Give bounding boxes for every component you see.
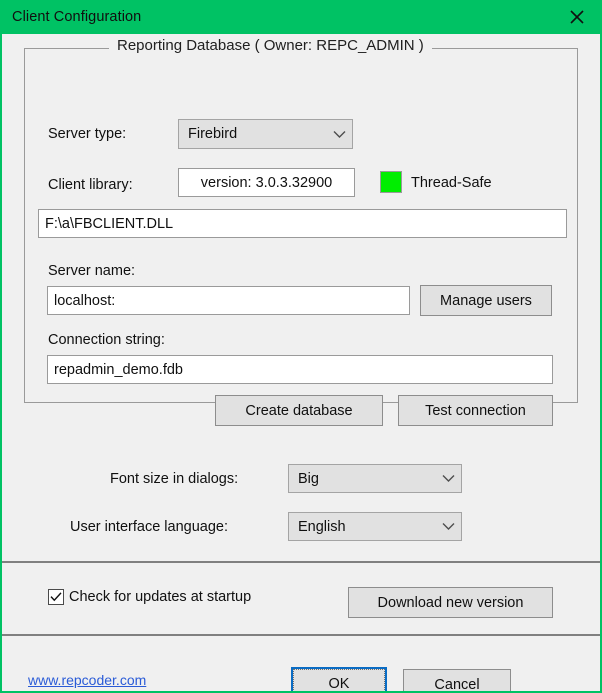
server-name-label: Server name:	[48, 263, 136, 279]
check-updates-checkbox[interactable]: Check for updates at startup	[48, 589, 251, 605]
window-title: Client Configuration	[12, 9, 142, 25]
client-library-label: Client library:	[48, 177, 133, 193]
ok-button[interactable]: OK	[291, 667, 387, 691]
server-type-value: Firebird	[188, 126, 238, 142]
ok-button-label: OK	[293, 669, 385, 691]
connection-string-label: Connection string:	[48, 332, 165, 348]
separator-top	[2, 561, 600, 563]
server-name-value: localhost:	[54, 292, 116, 309]
client-library-version-field: version: 3.0.3.32900	[178, 168, 355, 197]
title-bar: Client Configuration	[2, 0, 600, 34]
check-updates-label: Check for updates at startup	[69, 589, 252, 605]
server-type-label: Server type:	[48, 126, 127, 142]
dialog-body: Reporting Database ( Owner: REPC_ADMIN )…	[2, 34, 600, 691]
language-value: English	[298, 518, 346, 535]
chevron-down-icon	[326, 130, 352, 139]
thread-safe-label: Thread-Safe	[411, 175, 492, 191]
chevron-down-icon	[435, 522, 461, 531]
thread-safe-indicator	[380, 171, 402, 193]
close-icon[interactable]	[554, 0, 600, 34]
language-dropdown[interactable]: English	[288, 512, 462, 541]
font-size-dropdown[interactable]: Big	[288, 464, 462, 493]
server-type-dropdown[interactable]: Firebird	[178, 119, 353, 149]
group-title: Reporting Database ( Owner: REPC_ADMIN )	[109, 37, 432, 54]
connection-string-input[interactable]: repadmin_demo.fdb	[47, 355, 553, 384]
manage-users-button[interactable]: Manage users	[420, 285, 552, 316]
chevron-down-icon	[435, 474, 461, 483]
font-size-value: Big	[298, 470, 319, 487]
separator-bottom	[2, 634, 600, 636]
test-connection-button[interactable]: Test connection	[398, 395, 553, 426]
create-database-button[interactable]: Create database	[215, 395, 383, 426]
server-name-input[interactable]: localhost:	[47, 286, 410, 315]
website-link[interactable]: www.repcoder.com	[28, 672, 146, 688]
language-label: User interface language:	[70, 519, 228, 535]
cancel-button[interactable]: Cancel	[403, 669, 511, 691]
client-configuration-window: Client Configuration Reporting Database …	[0, 0, 602, 693]
font-size-label: Font size in dialogs:	[110, 471, 239, 487]
checkbox-box	[48, 589, 64, 605]
client-library-version-value: version: 3.0.3.32900	[200, 174, 333, 191]
connection-string-value: repadmin_demo.fdb	[54, 361, 183, 378]
download-new-version-button[interactable]: Download new version	[348, 587, 553, 618]
client-library-path-value: F:\a\FBCLIENT.DLL	[45, 215, 174, 232]
client-library-path-input[interactable]: F:\a\FBCLIENT.DLL	[38, 209, 567, 238]
